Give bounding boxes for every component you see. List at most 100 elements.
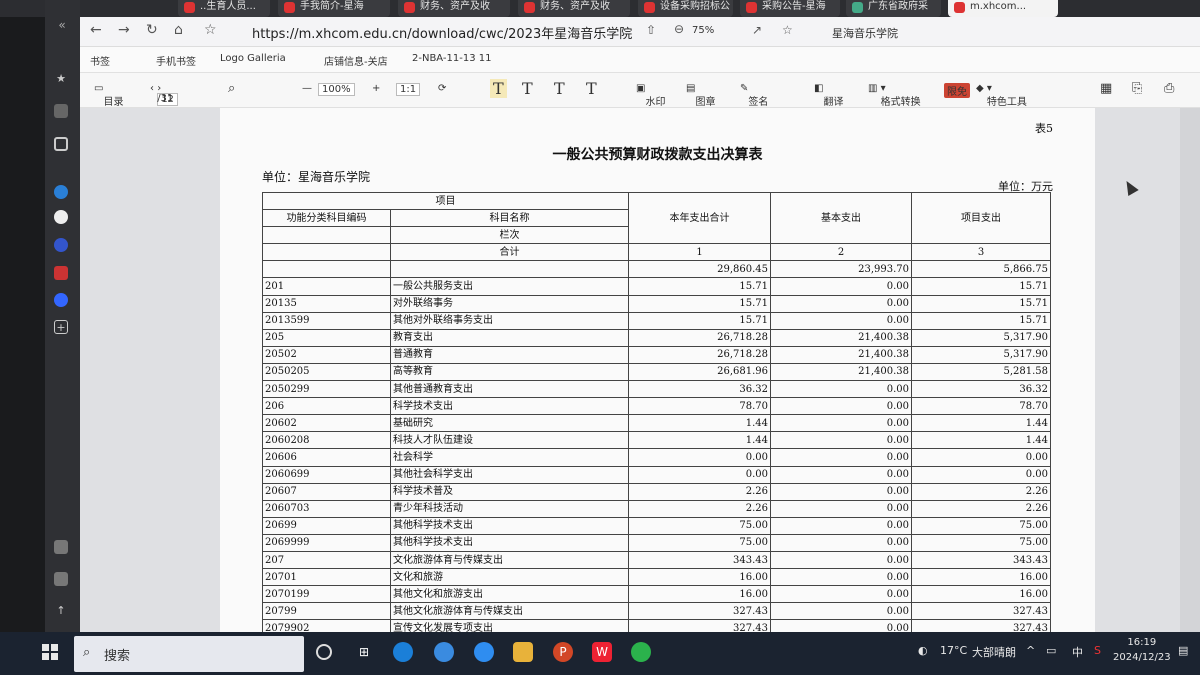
briefcase-icon[interactable] bbox=[54, 572, 68, 586]
cell-name: 其他科学技术支出 bbox=[390, 533, 629, 552]
tab-favicon-icon bbox=[746, 2, 757, 13]
cell-code: 2013599 bbox=[262, 311, 391, 330]
cell-code: 2050299 bbox=[262, 380, 391, 399]
cell-c2: 0.00 bbox=[770, 482, 912, 501]
collapse-icon[interactable]: « bbox=[54, 18, 70, 32]
notification-icon[interactable]: ▤ bbox=[1178, 644, 1188, 657]
zoom-level[interactable]: 75% bbox=[692, 25, 714, 36]
home-icon[interactable]: ⌂ bbox=[174, 22, 183, 38]
task-view-icon[interactable] bbox=[316, 644, 332, 660]
share-icon[interactable]: ⇧ bbox=[646, 23, 656, 37]
special-tools-label: 特色工具 bbox=[986, 97, 1027, 108]
zoom-in-icon[interactable]: + bbox=[372, 83, 380, 94]
wechat-icon[interactable] bbox=[631, 642, 651, 662]
reload-icon[interactable]: ↻ bbox=[146, 22, 158, 38]
header-c2: 基本支出 bbox=[770, 191, 912, 245]
zoom-out-icon[interactable]: — bbox=[302, 83, 312, 94]
bookmark-item[interactable]: 店铺信息-关店 bbox=[324, 53, 388, 68]
cell-c1: 75.00 bbox=[628, 516, 771, 535]
browser-icon[interactable] bbox=[434, 642, 454, 662]
header-code: 功能分类科目编码 bbox=[262, 209, 391, 228]
convert-button[interactable]: ▥ 格式转换 ▾ bbox=[868, 83, 921, 108]
powerpoint-icon[interactable]: P bbox=[553, 642, 573, 662]
extension-label[interactable]: 星海音乐学院 bbox=[832, 25, 898, 41]
weather-desc[interactable]: 大部晴朗 bbox=[972, 644, 1016, 660]
ime-indicator[interactable]: 中 bbox=[1072, 644, 1083, 660]
browser-tab[interactable]: 广东省政府采 bbox=[846, 0, 941, 17]
bookmark-item[interactable]: 2-NBA-11-13 11 bbox=[412, 53, 492, 64]
pdf-zoom[interactable]: 100% bbox=[318, 83, 355, 96]
app-icon[interactable] bbox=[54, 238, 68, 252]
pin-icon[interactable]: ↑ bbox=[54, 604, 68, 618]
rotate-icon[interactable]: ⟳ bbox=[438, 83, 446, 94]
windows-start-icon[interactable] bbox=[42, 644, 58, 660]
table-row: 2050299 其他普通教育支出 36.32 0.00 36.32 bbox=[262, 380, 1051, 399]
browser-tab[interactable]: 采购公告-星海 bbox=[740, 0, 840, 17]
widgets-icon[interactable]: ⊞ bbox=[354, 642, 374, 662]
strike-tool-icon[interactable]: T bbox=[554, 79, 565, 98]
bookmark-item[interactable]: 手机书签 bbox=[156, 53, 196, 68]
system-clock[interactable]: 16:19 2024/12/23 bbox=[1113, 635, 1171, 665]
vertical-scrollbar[interactable] bbox=[1180, 108, 1200, 632]
edge-icon[interactable] bbox=[393, 642, 413, 662]
tab-label: ..生育人员... bbox=[200, 1, 256, 12]
favorite-icon[interactable]: ☆ bbox=[782, 23, 793, 37]
app-icon[interactable] bbox=[54, 266, 68, 280]
total-c3: 5,866.75 bbox=[911, 260, 1051, 279]
browser-tab-active[interactable]: m.xhcom... bbox=[948, 0, 1058, 17]
page-nav[interactable]: ‹ 12 /31 › bbox=[150, 83, 178, 106]
ie-icon[interactable] bbox=[474, 642, 494, 662]
sign-button[interactable]: ✎ 签名 bbox=[740, 83, 768, 108]
app-icon[interactable] bbox=[54, 210, 68, 224]
browser-tab[interactable]: 财务、资产及收 bbox=[398, 0, 510, 17]
forward-share-icon[interactable]: ↗ bbox=[752, 23, 762, 37]
browser-tab[interactable]: 手我简介-星海 bbox=[278, 0, 390, 17]
browser-tab[interactable]: 财务、资产及收 bbox=[518, 0, 630, 17]
file-explorer-icon[interactable] bbox=[513, 642, 533, 662]
folder-icon[interactable] bbox=[54, 104, 68, 118]
browser-tab[interactable]: ..生育人员... bbox=[178, 0, 270, 17]
phone-icon[interactable] bbox=[54, 137, 68, 151]
search-icon[interactable]: ⌕ bbox=[228, 81, 235, 96]
cell-code: 206 bbox=[262, 397, 391, 416]
url-field[interactable]: https://m.xhcom.edu.cn/download/cwc/2023… bbox=[252, 23, 632, 42]
text-tool-icon[interactable]: T bbox=[586, 79, 597, 98]
table-row: 20607 科学技术普及 2.26 0.00 2.26 bbox=[262, 482, 1051, 501]
back-icon[interactable]: ← bbox=[90, 22, 102, 38]
browser-tab[interactable]: 设备采购招标公 bbox=[638, 0, 733, 17]
special-tools-button[interactable]: ◆ 特色工具 ▾ bbox=[976, 83, 1027, 108]
bookmark-item[interactable]: 书签 bbox=[90, 53, 110, 68]
cell-c3: 16.00 bbox=[911, 585, 1051, 604]
translate-button[interactable]: ◧ 翻译 bbox=[814, 83, 843, 108]
bookmark-star-icon[interactable]: ☆ bbox=[204, 22, 217, 38]
cell-c2: 0.00 bbox=[770, 277, 912, 296]
network-icon[interactable]: ▭ bbox=[1046, 644, 1056, 657]
export-icon[interactable]: ▦ bbox=[1100, 81, 1112, 96]
weather-temp[interactable]: 17°C bbox=[940, 644, 967, 657]
wps-icon[interactable]: W bbox=[592, 642, 612, 662]
clock-icon[interactable] bbox=[54, 293, 68, 307]
watermark-button[interactable]: ▣ 水印 bbox=[636, 83, 665, 108]
text-tool-icon[interactable]: T bbox=[522, 79, 533, 98]
text-tool-icon[interactable]: T bbox=[490, 79, 507, 98]
pdf-viewer[interactable]: 表5 一般公共预算财政拨款支出决算表 单位：星海音乐学院 单位：万元 项目 本年… bbox=[80, 108, 1200, 655]
save-icon[interactable]: ⎘ bbox=[1132, 81, 1142, 96]
star-icon[interactable]: ★ bbox=[54, 72, 68, 86]
tray-chevron-icon[interactable]: ^ bbox=[1026, 644, 1035, 657]
cell-name: 普通教育 bbox=[390, 345, 629, 364]
fit-button[interactable]: 1:1 bbox=[396, 83, 421, 96]
box-icon[interactable] bbox=[54, 540, 68, 554]
cell-name: 其他文化旅游体育与传媒支出 bbox=[390, 602, 629, 621]
forward-icon[interactable]: → bbox=[118, 22, 130, 38]
cell-name: 社会科学 bbox=[390, 448, 629, 467]
toc-button[interactable]: ▭ 目录 bbox=[94, 83, 123, 108]
input-method-icon[interactable]: S bbox=[1094, 644, 1101, 657]
bookmark-item[interactable]: Logo Galleria bbox=[220, 53, 286, 64]
zoom-icon: ⊖ bbox=[674, 22, 685, 36]
add-icon[interactable]: + bbox=[54, 320, 68, 334]
app-icon[interactable] bbox=[54, 185, 68, 199]
stamp-button[interactable]: ▤ 图章 bbox=[686, 83, 715, 108]
table-total-row: 29,860.45 23,993.70 5,866.75 bbox=[262, 260, 1051, 279]
taskbar-search[interactable]: ⌕ 搜索 bbox=[74, 636, 304, 672]
print-icon[interactable]: ⎙ bbox=[1164, 81, 1174, 96]
